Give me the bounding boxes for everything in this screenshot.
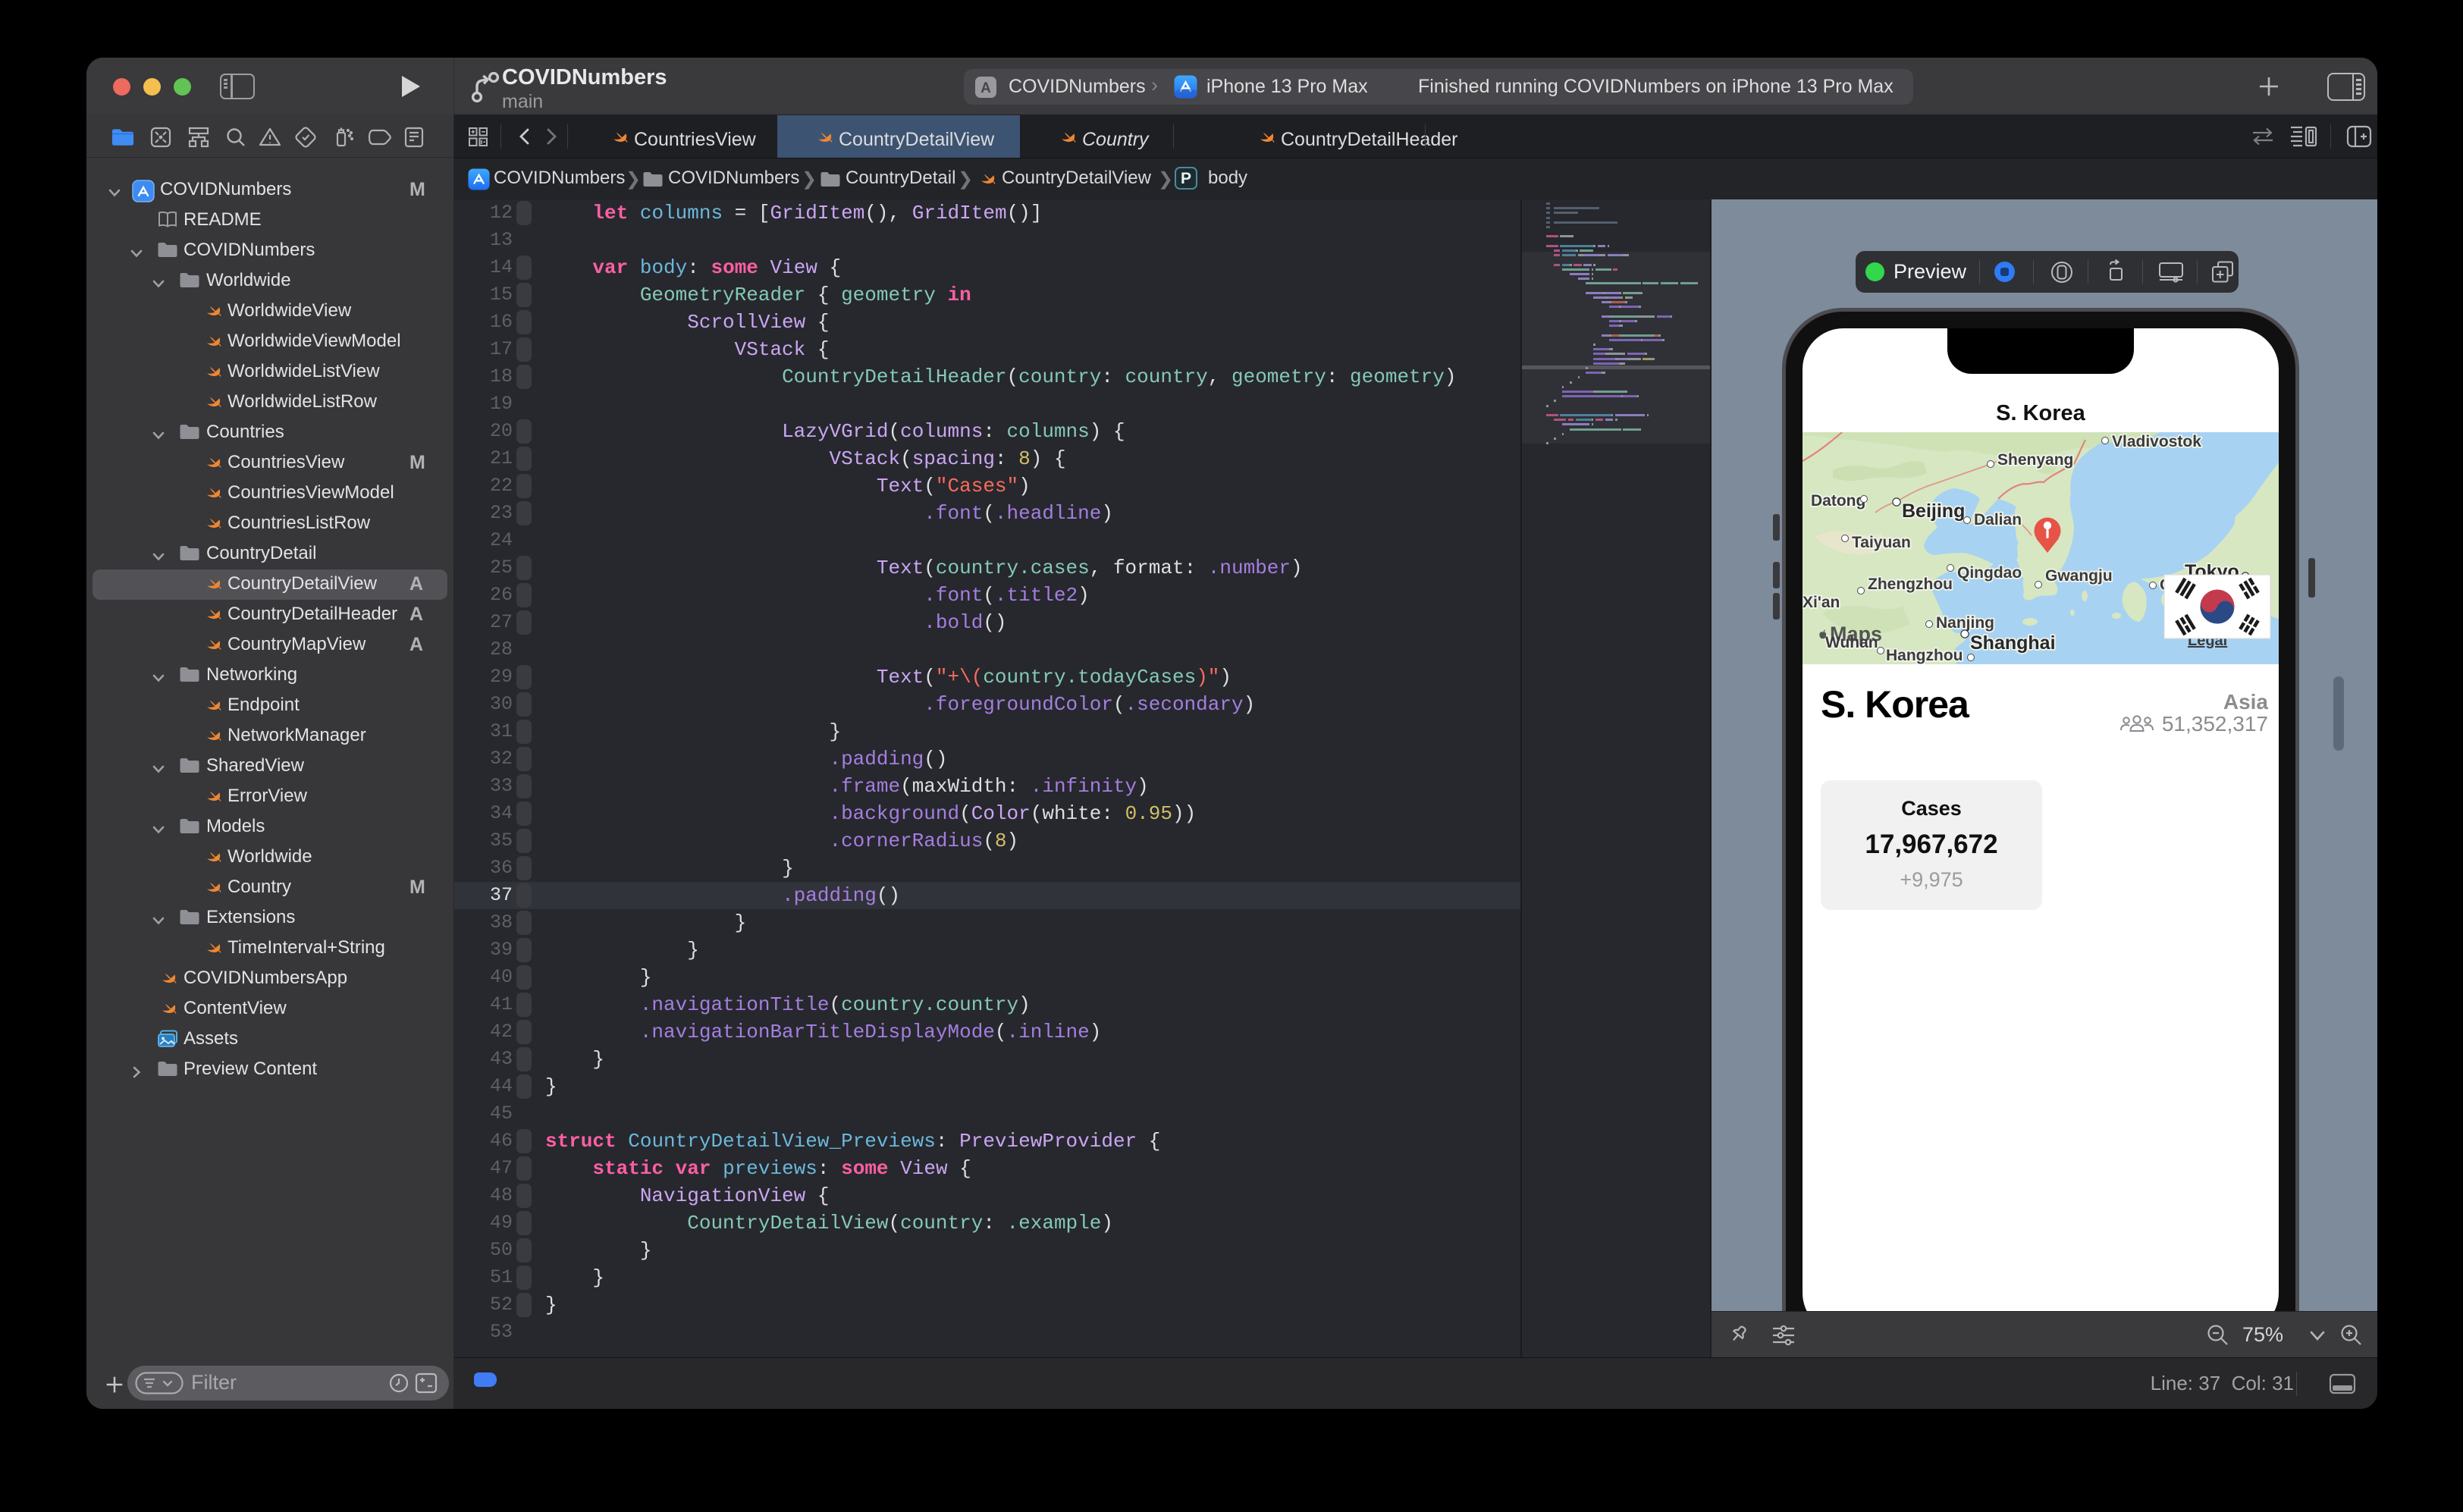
svg-text:Nanjing: Nanjing: [1936, 614, 1994, 632]
svg-text:Hangzhou: Hangzhou: [1886, 647, 1963, 664]
svg-text:Datong: Datong: [1811, 492, 1865, 510]
svg-text:Beijing: Beijing: [1902, 500, 1965, 522]
svg-text:Gwangju: Gwangju: [2045, 567, 2113, 585]
svg-text:Maps: Maps: [1830, 623, 1882, 645]
svg-text:Dalian: Dalian: [1974, 511, 2022, 529]
svg-text:Zhengzhou: Zhengzhou: [1868, 576, 1953, 593]
svg-text:A: A: [980, 80, 991, 96]
svg-text:Xi'an: Xi'an: [1803, 594, 1840, 611]
svg-text:Qingdao: Qingdao: [1957, 564, 2022, 582]
svg-text:Taiyuan: Taiyuan: [1852, 534, 1911, 551]
svg-text:Shanghai: Shanghai: [1970, 632, 2056, 654]
svg-text:Vladivostok: Vladivostok: [2112, 433, 2201, 450]
svg-text:Shenyang: Shenyang: [1997, 451, 2073, 469]
